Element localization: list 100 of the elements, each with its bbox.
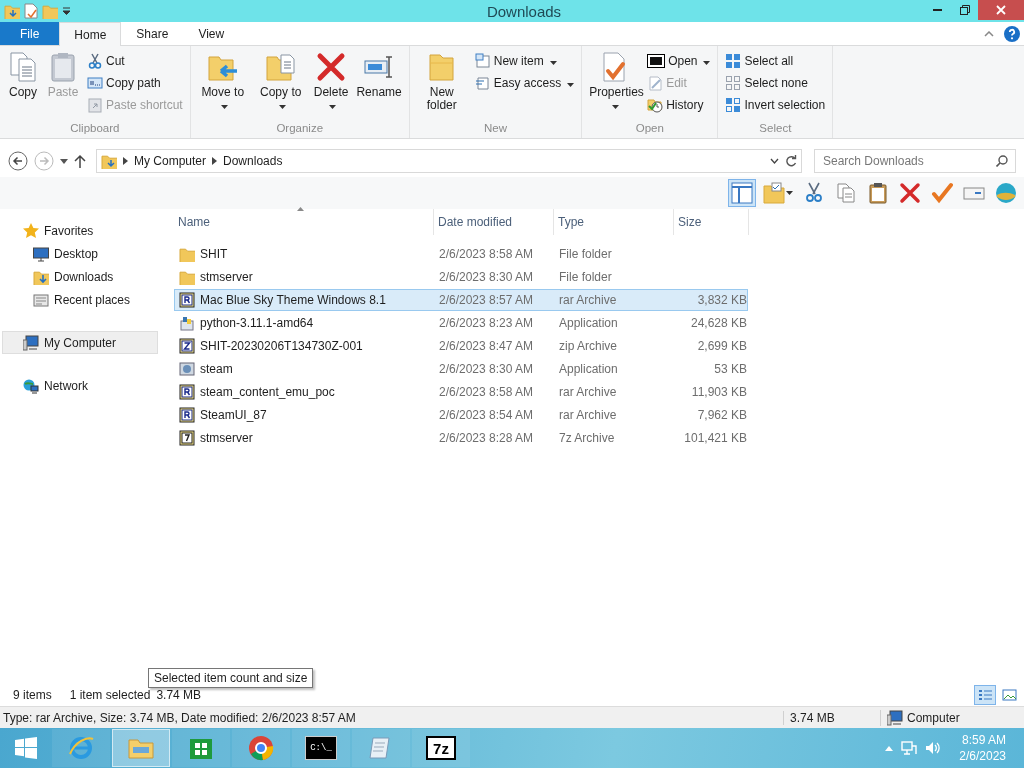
network-icon[interactable]	[901, 740, 918, 756]
taskbar-button[interactable]	[352, 729, 410, 767]
type-cell-text: zip Archive	[558, 338, 619, 355]
close-button[interactable]	[978, 0, 1024, 20]
file-name: Mac Blue Sky Theme Windows 8.1	[175, 290, 435, 310]
file-row[interactable]: steam 2/6/2023 8:30 AM Application 53 KB	[174, 358, 748, 380]
taskbar-button[interactable]	[232, 729, 290, 767]
toolbar-button[interactable]	[728, 179, 756, 207]
nav-item[interactable]: My Computer	[2, 331, 158, 354]
column-header[interactable]: Size	[674, 209, 749, 235]
archiver-icon: 7z	[426, 736, 456, 760]
recent-places-icon	[33, 291, 49, 308]
nav-item[interactable]: Desktop	[2, 242, 158, 265]
nav-item[interactable]: Network	[2, 374, 158, 397]
scissors-icon	[87, 53, 103, 69]
view-button[interactable]	[974, 685, 996, 705]
chevron-icon	[123, 157, 128, 165]
file-row[interactable]: SHIT-20230206T134730Z-001 2/6/2023 8:47 AM zip Archive 2,699 KB	[174, 335, 748, 357]
nav-item[interactable]: Favorites	[2, 219, 158, 242]
file-row[interactable]: SHIT 2/6/2023 8:58 AM File folder	[174, 243, 748, 265]
file-tab[interactable]: File	[0, 22, 60, 45]
file-row[interactable]: steam_content_emu_poc 2/6/2023 8:58 AM rar Archive 11,903 KB	[174, 381, 748, 403]
ribbon-button[interactable]: Select none	[722, 73, 829, 93]
file-details: Type: rar Archive, Size: 3.74 MB, Date modified: 2/6/2023 8:57 AM	[3, 710, 357, 725]
file-name: SHIT-20230206T134730Z-001	[175, 336, 435, 356]
file-row[interactable]: python-3.11.1-amd64 2/6/2023 8:23 AM Application 24,628 KB	[174, 312, 748, 334]
dropdown-icon[interactable]	[60, 158, 68, 164]
volume-icon[interactable]	[925, 740, 942, 756]
collapse-icon[interactable]	[984, 31, 994, 37]
ribbon-button[interactable]: New folder	[413, 49, 470, 122]
item-count: 9 items	[13, 688, 52, 702]
nav-item[interactable]: Downloads	[2, 265, 158, 288]
ribbon-button[interactable]: Open	[644, 51, 714, 71]
ribbon-button[interactable]: Properties	[586, 49, 643, 122]
dropdown-icon[interactable]	[770, 158, 779, 164]
dropdown-icon[interactable]	[62, 7, 71, 15]
column-header[interactable]: Date modified	[434, 209, 554, 235]
ribbon-tab[interactable]: Home	[59, 22, 122, 46]
date-cell-text: 2/6/2023 8:54 AM	[438, 407, 535, 424]
delete-icon	[899, 182, 921, 204]
forward-icon	[34, 151, 54, 171]
monitor-icon	[33, 245, 49, 262]
computer-icon	[23, 334, 39, 351]
location-label: Computer	[907, 710, 960, 725]
chevron-icon	[212, 157, 218, 165]
windows-logo-icon	[15, 737, 37, 759]
up-icon[interactable]	[74, 154, 86, 168]
ribbon-button[interactable]: Copy	[4, 49, 42, 122]
ribbon-button[interactable]: Copy to	[252, 49, 309, 122]
document-icon[interactable]	[24, 3, 38, 19]
ribbon-button[interactable]: History	[644, 95, 714, 115]
size-label: 3.74 MB	[783, 710, 880, 725]
column-header[interactable]: Type	[554, 209, 674, 235]
ribbon-button[interactable]: New item	[471, 51, 578, 71]
selection-count: 1 item selected	[69, 688, 151, 702]
star-icon	[23, 222, 39, 239]
taskbar-button[interactable]: 7z	[412, 729, 470, 767]
nav-item[interactable]: Recent places	[2, 288, 158, 311]
ribbon-button[interactable]: Delete	[310, 49, 352, 122]
type-cell-text: 7z Archive	[558, 430, 616, 447]
search-icon[interactable]	[996, 155, 1008, 167]
search-field[interactable]: Search Downloads	[814, 149, 1016, 173]
address-field[interactable]: My Computer Downloads	[96, 149, 802, 173]
ribbon-button[interactable]: Move to	[194, 49, 251, 122]
installer-icon	[179, 315, 195, 331]
breadcrumb[interactable]: Downloads	[223, 154, 283, 168]
help-icon[interactable]	[1004, 26, 1020, 42]
taskbar-button[interactable]: C:\_	[292, 729, 350, 767]
date-cell-text: 2/6/2023 8:58 AM	[438, 246, 535, 263]
folder-icon[interactable]	[4, 3, 20, 19]
back-icon	[8, 151, 28, 171]
taskbar-button[interactable]	[112, 729, 170, 767]
ribbon-tab[interactable]: View	[183, 22, 240, 45]
ribbon-button[interactable]: Cut	[84, 51, 186, 71]
ribbon-button[interactable]: Copy path	[84, 73, 186, 93]
ribbon-button[interactable]: Rename	[353, 49, 405, 122]
forward-button[interactable]	[34, 151, 54, 171]
toolbar-button[interactable]	[760, 179, 796, 207]
back-button[interactable]	[8, 151, 28, 171]
ribbon-button[interactable]: Easy access	[471, 73, 578, 93]
ribbon-button[interactable]: Select all	[722, 51, 829, 71]
document-icon	[474, 53, 491, 69]
taskbar-button[interactable]	[172, 729, 230, 767]
sort-arrow-icon	[297, 207, 304, 211]
computer-icon	[887, 709, 903, 726]
pencil-document-icon	[647, 75, 664, 91]
breadcrumb[interactable]: My Computer	[134, 154, 207, 168]
ribbon-tab[interactable]: Share	[121, 22, 184, 45]
tray-arrow-icon[interactable]	[885, 745, 894, 751]
ribbon-button[interactable]: Invert selection	[722, 95, 829, 115]
date-cell-text: 2/6/2023 8:30 AM	[438, 361, 535, 378]
pane-icon	[731, 182, 753, 204]
file-row[interactable]: SteamUI_87 2/6/2023 8:54 AM rar Archive 7,962 KB	[174, 404, 748, 426]
caret-icon	[703, 61, 711, 65]
file-row[interactable]: Mac Blue Sky Theme Windows 8.1 2/6/2023 8:57 AM rar Archive 3,832 KB	[174, 289, 748, 311]
group-label: Clipboard	[69, 122, 121, 136]
file-row[interactable]: stmserver 2/6/2023 8:28 AM 7z Archive 101,421 KB	[174, 427, 748, 449]
group-label: New	[482, 122, 508, 136]
refresh-icon[interactable]	[785, 155, 797, 167]
file-row[interactable]: stmserver 2/6/2023 8:30 AM File folder	[174, 266, 748, 288]
